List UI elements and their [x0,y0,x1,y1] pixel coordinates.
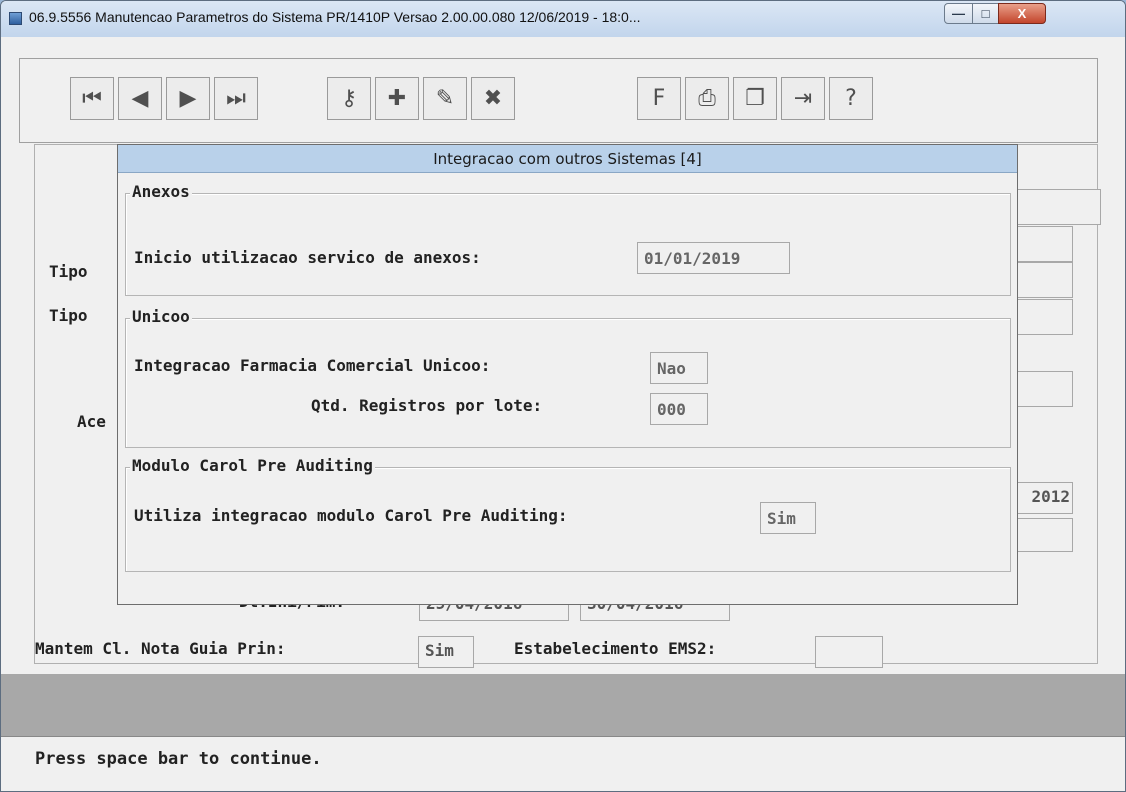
inicio-anexos-field[interactable]: 01/01/2019 [637,242,790,274]
carol-utiliza-label: Utiliza integracao modulo Carol Pre Audi… [134,506,568,525]
first-record-button[interactable]: ⏮ [70,77,114,120]
status-message: Press space bar to continue. [35,749,322,769]
message-area [1,674,1125,736]
copy-icon: ❐ [745,86,765,111]
application-window: 06.9.5556 Manutencao Parametros do Siste… [0,0,1126,792]
anexos-legend: Anexos [130,182,192,201]
next-record-button[interactable]: ▶ [166,77,210,120]
add-record-icon: ✚ [387,86,407,111]
first-record-icon: ⏮ [82,86,102,111]
last-record-icon: ⏭ [226,86,246,111]
close-button[interactable]: X [998,3,1046,24]
window-title: 06.9.5556 Manutencao Parametros do Siste… [29,9,641,25]
right-field-6[interactable] [1015,518,1073,552]
carol-utiliza-field[interactable]: Sim [760,502,816,534]
next-record-icon: ▶ [179,86,197,111]
add-button[interactable]: ✚ [375,77,419,120]
delete-record-icon: ✖ [483,86,503,111]
unicoo-legend: Unicoo [130,307,192,326]
previous-record-button[interactable]: ◀ [118,77,162,120]
status-bar: Press space bar to continue. [1,736,1125,780]
ace-label: Ace [77,412,106,431]
print-button[interactable]: ⎙ [685,77,729,120]
qtd-registros-field[interactable]: 000 [650,393,708,425]
right-field-3[interactable] [1015,262,1073,298]
navigation-toolbar: ⏮ ◀ ▶ ⏭ ⚷ ✚ ✎ ✖ F ⎙ ❐ ⇥ ? [19,58,1098,143]
mantem-field[interactable]: Sim [418,636,474,668]
previous-record-icon: ◀ [131,86,149,111]
goto-key-icon: ⚷ [340,86,358,111]
app-icon [9,12,22,25]
title-bar[interactable]: 06.9.5556 Manutencao Parametros do Siste… [1,1,1125,37]
help-button[interactable]: ? [829,77,873,120]
edit-record-icon: ✎ [435,86,455,111]
filter-icon: F [652,86,666,111]
print-icon: ⎙ [698,86,716,111]
mantem-label: Mantem Cl. Nota Guia Prin: [35,639,286,658]
right-field-1[interactable] [1015,189,1101,225]
farmacia-label: Integracao Farmacia Comercial Unicoo: [134,356,491,375]
carol-legend: Modulo Carol Pre Auditing [130,456,375,475]
right-field-5[interactable] [1015,371,1073,407]
estab-field[interactable] [815,636,883,668]
minimize-button[interactable]: — [944,3,973,24]
tipo-label-1: Tipo [49,262,88,281]
exit-icon: ⇥ [793,86,813,111]
right-date-field[interactable]: 2012 [1015,482,1073,514]
edit-button[interactable]: ✎ [423,77,467,120]
goto-button[interactable]: ⚷ [327,77,371,120]
help-icon: ? [845,86,857,111]
right-field-4[interactable] [1015,299,1073,335]
anexos-group [125,193,1011,296]
right-field-2[interactable] [1015,226,1073,262]
integration-dialog: Integracao com outros Sistemas [4] Anexo… [117,144,1018,605]
farmacia-field[interactable]: Nao [650,352,708,384]
filter-button[interactable]: F [637,77,681,120]
inicio-anexos-label: Inicio utilizacao servico de anexos: [134,248,481,267]
last-record-button[interactable]: ⏭ [214,77,258,120]
dialog-title: Integracao com outros Sistemas [4] [118,145,1017,173]
tipo-label-2: Tipo [49,306,88,325]
unicoo-group [125,318,1011,448]
copy-button[interactable]: ❐ [733,77,777,120]
qtd-registros-label: Qtd. Registros por lote: [311,396,543,415]
estab-label: Estabelecimento EMS2: [514,639,717,658]
exit-button[interactable]: ⇥ [781,77,825,120]
delete-button[interactable]: ✖ [471,77,515,120]
maximize-button[interactable]: □ [972,3,999,24]
